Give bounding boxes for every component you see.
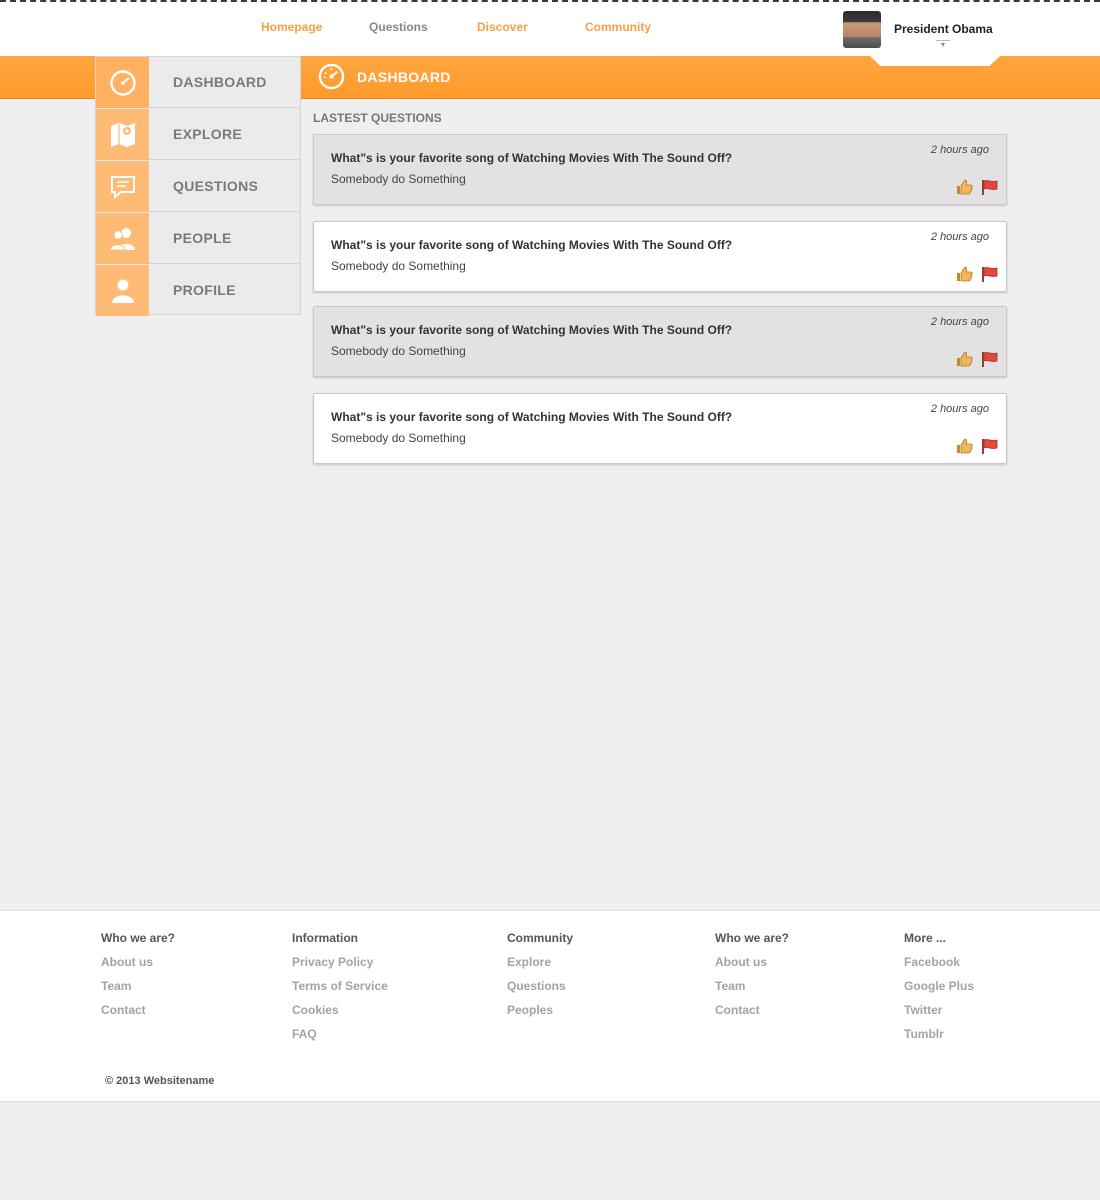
copyright: © 2013 Websitename (105, 1075, 215, 1087)
top-bar: Homepage Questions Discover Community Pr… (0, 0, 1100, 56)
sidebar-item-label: EXPLORE (173, 126, 243, 142)
footer-link-about-us[interactable]: About us (101, 955, 175, 979)
nav-discover-link[interactable]: Discover (477, 20, 528, 34)
sidebar-item-label: PEOPLE (173, 230, 232, 246)
sidebar-item-label: QUESTIONS (173, 178, 259, 194)
footer-heading: Community (507, 931, 573, 945)
question-timestamp: 2 hours ago (930, 231, 989, 243)
nav-homepage-link[interactable]: Homepage (261, 20, 322, 34)
footer-heading: Information (292, 931, 358, 945)
footer-column-community: Community Explore Questions Peoples (507, 931, 573, 1027)
question-subtitle: Somebody do Something (331, 172, 466, 186)
question-timestamp: 2 hours ago (930, 316, 989, 328)
footer-link-privacy-policy[interactable]: Privacy Policy (292, 955, 388, 979)
footer-link-facebook[interactable]: Facebook (904, 955, 974, 979)
footer-link-tumblr[interactable]: Tumblr (904, 1027, 974, 1051)
people-icon (108, 227, 135, 250)
question-timestamp: 2 hours ago (930, 144, 989, 156)
footer-link-team[interactable]: Team (715, 979, 789, 1003)
question-title[interactable]: What"s is your favorite song of Watching… (331, 410, 732, 424)
question-subtitle: Somebody do Something (331, 344, 466, 358)
footer-column-who-we-are-2: Who we are? About us Team Contact (715, 931, 789, 1027)
flag-icon[interactable] (981, 351, 999, 367)
footer-column-who-we-are: Who we are? About us Team Contact (101, 931, 175, 1027)
chat-bubble-icon (110, 175, 135, 199)
footer-link-terms-of-service[interactable]: Terms of Service (292, 979, 388, 1003)
question-subtitle: Somebody do Something (331, 431, 466, 445)
footer: Who we are? About us Team Contact Inform… (0, 910, 1100, 1102)
page-title: DASHBOARD (357, 69, 451, 85)
flag-icon[interactable] (981, 266, 999, 282)
footer-column-information: Information Privacy Policy Terms of Serv… (292, 931, 388, 1051)
sidebar-item-profile[interactable]: PROFILE (96, 265, 300, 316)
question-title[interactable]: What"s is your favorite song of Watching… (331, 151, 732, 165)
question-card[interactable]: What"s is your favorite song of Watching… (313, 221, 1007, 292)
sidebar-item-questions[interactable]: QUESTIONS (96, 161, 300, 212)
flag-icon[interactable] (981, 438, 999, 454)
footer-link-explore[interactable]: Explore (507, 955, 573, 979)
nav-community-link[interactable]: Community (585, 20, 651, 34)
footer-heading: Who we are? (101, 931, 176, 945)
footer-link-faq[interactable]: FAQ (292, 1027, 388, 1051)
footer-link-contact[interactable]: Contact (101, 1003, 175, 1027)
footer-link-google-plus[interactable]: Google Plus (904, 979, 974, 1003)
nav-questions-link[interactable]: Questions (369, 20, 428, 34)
thumbs-up-icon[interactable] (956, 266, 973, 282)
thumbs-up-icon[interactable] (956, 438, 973, 454)
map-icon (110, 122, 135, 147)
sidebar-item-people[interactable]: PEOPLE (96, 213, 300, 264)
sidebar-item-explore[interactable]: EXPLORE (96, 109, 300, 160)
footer-heading: More ... (904, 931, 947, 945)
question-title[interactable]: What"s is your favorite song of Watching… (331, 238, 732, 252)
section-title: LASTEST QUESTIONS (313, 111, 442, 125)
sidebar-item-label: DASHBOARD (173, 74, 267, 90)
user-name[interactable]: President Obama (894, 22, 993, 36)
sidebar-item-dashboard[interactable]: DASHBOARD (96, 57, 300, 108)
question-timestamp: 2 hours ago (930, 403, 989, 415)
footer-link-cookies[interactable]: Cookies (292, 1003, 388, 1027)
footer-column-more: More ... Facebook Google Plus Twitter Tu… (904, 931, 974, 1051)
thumbs-up-icon[interactable] (956, 179, 973, 195)
avatar[interactable] (843, 11, 881, 48)
footer-link-team[interactable]: Team (101, 979, 175, 1003)
speedometer-icon (318, 63, 345, 90)
question-card[interactable]: What"s is your favorite song of Watching… (313, 134, 1007, 205)
footer-link-twitter[interactable]: Twitter (904, 1003, 974, 1027)
footer-heading: Who we are? (715, 931, 790, 945)
question-subtitle: Somebody do Something (331, 259, 466, 273)
question-card[interactable]: What"s is your favorite song of Watching… (313, 393, 1007, 464)
footer-link-about-us[interactable]: About us (715, 955, 789, 979)
user-menu-tab (870, 56, 1000, 66)
speedometer-icon (109, 69, 136, 96)
chevron-down-icon[interactable]: ▾ (936, 40, 950, 49)
thumbs-up-icon[interactable] (956, 351, 973, 367)
flag-icon[interactable] (981, 179, 999, 195)
question-card[interactable]: What"s is your favorite song of Watching… (313, 306, 1007, 377)
sidebar: DASHBOARD EXPLORE QUESTIONS PEOPLE PROFI… (95, 56, 301, 316)
footer-link-peoples[interactable]: Peoples (507, 1003, 573, 1027)
question-title[interactable]: What"s is your favorite song of Watching… (331, 323, 732, 337)
footer-link-contact[interactable]: Contact (715, 1003, 789, 1027)
sidebar-item-label: PROFILE (173, 282, 236, 298)
footer-link-questions[interactable]: Questions (507, 979, 573, 1003)
person-icon (111, 279, 134, 303)
